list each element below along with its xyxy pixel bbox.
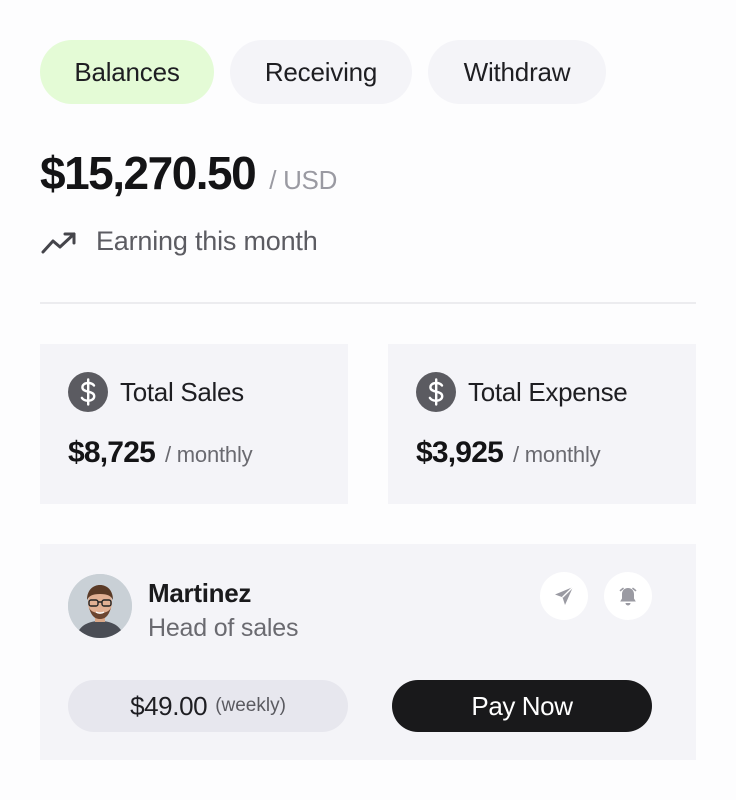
total-sales-card[interactable]: Total Sales $8,725 / monthly [40, 344, 348, 504]
earning-label: Earning this month [96, 226, 318, 256]
tab-balances[interactable]: Balances [40, 40, 214, 104]
tab-bar: Balances Receiving Withdraw [40, 40, 606, 104]
stat-unit: / monthly [164, 442, 253, 467]
notification-button[interactable] [604, 572, 652, 620]
tab-withdraw[interactable]: Withdraw [428, 40, 606, 104]
trending-up-icon [41, 232, 76, 253]
avatar-image [68, 574, 132, 638]
earning-indicator: Earning this month [40, 226, 318, 257]
person-role: Head of sales [148, 614, 299, 642]
stat-title: Total Expense [468, 376, 628, 407]
divider [40, 302, 696, 304]
stat-value: $8,725 [68, 436, 156, 469]
stat-unit: / monthly [512, 442, 601, 467]
stat-title: Total Sales [120, 376, 244, 407]
profile-card: Martinez Head of sales $49.00 (weekly) P… [40, 544, 696, 760]
balance-currency: / USD [269, 165, 338, 195]
balance-amount: $15,270.50 [40, 147, 257, 199]
price-period: (weekly) [215, 695, 286, 716]
total-expense-card[interactable]: Total Expense $3,925 / monthly [388, 344, 696, 504]
pay-now-button[interactable]: Pay Now [392, 680, 652, 732]
avatar[interactable] [68, 574, 132, 638]
balance-display: $15,270.50 / USD [40, 146, 337, 200]
price-amount: $49.00 [130, 690, 208, 721]
dollar-circle-icon [68, 372, 108, 412]
person-name: Martinez [148, 578, 252, 608]
bell-icon [619, 587, 637, 606]
send-icon [555, 586, 574, 605]
dollar-circle-icon [416, 372, 456, 412]
stat-value: $3,925 [416, 436, 504, 469]
tab-receiving[interactable]: Receiving [230, 40, 412, 104]
price-pill: $49.00 (weekly) [68, 680, 348, 732]
send-button[interactable] [540, 572, 588, 620]
